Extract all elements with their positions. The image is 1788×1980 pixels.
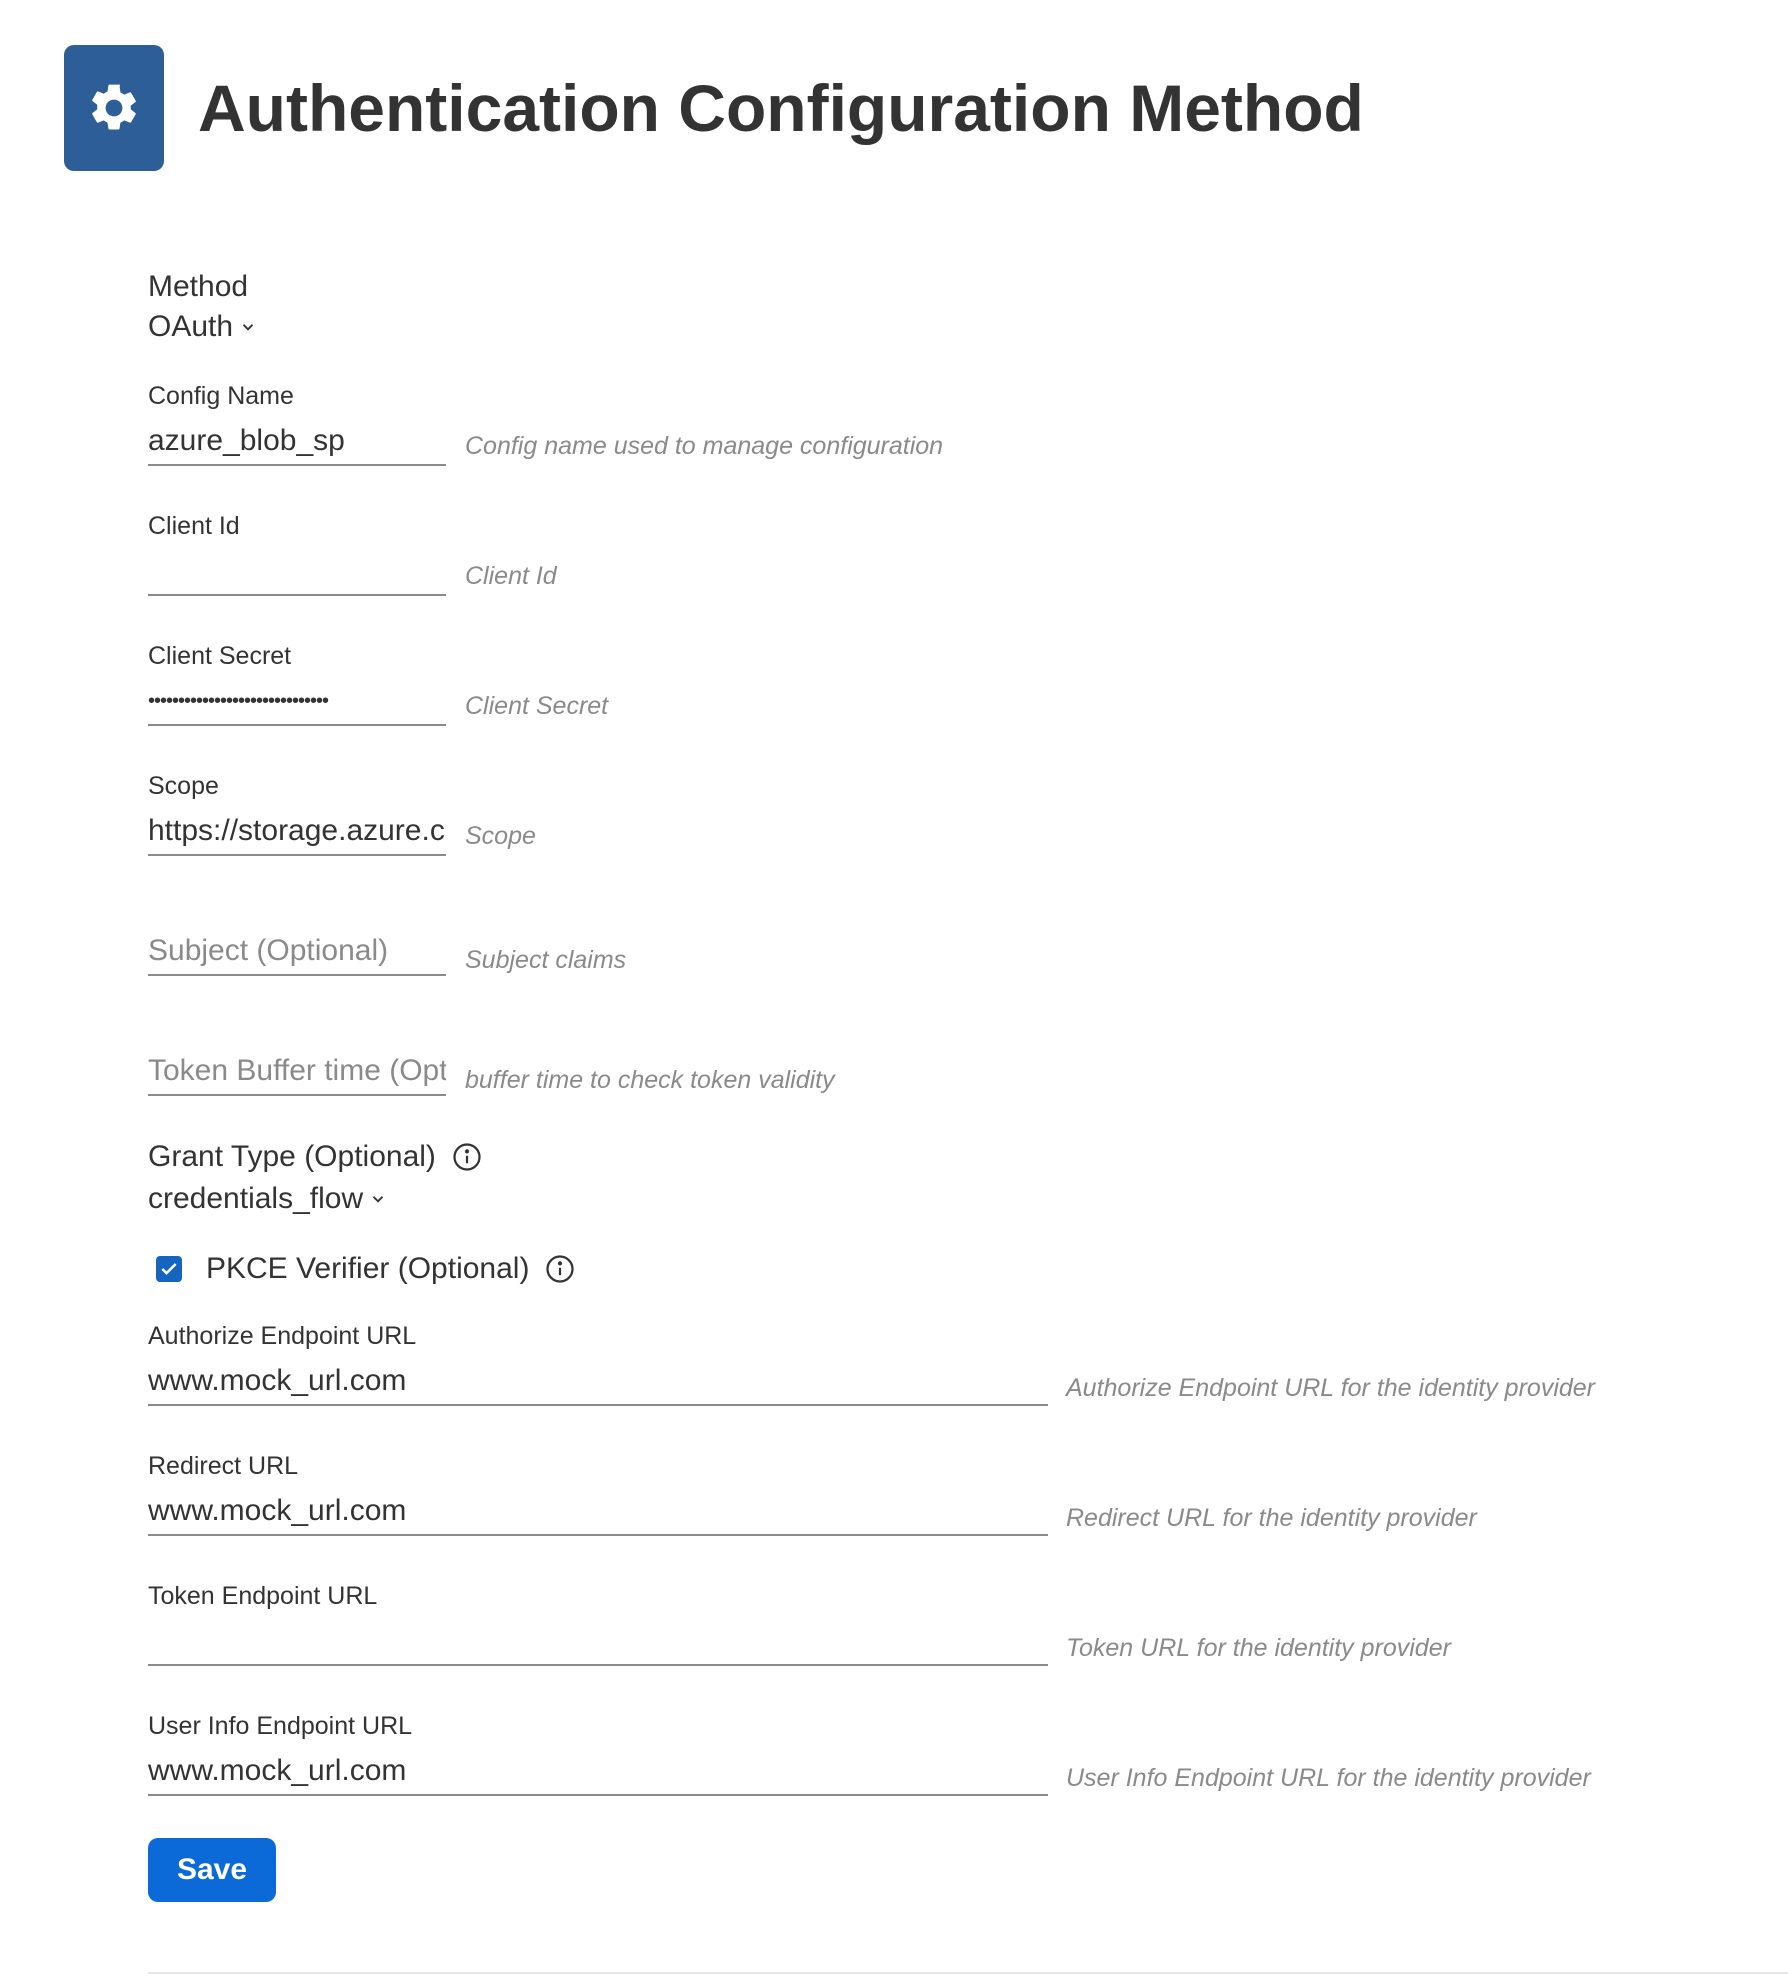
- authorize-url-hint: Authorize Endpoint URL for the identity …: [1066, 1374, 1596, 1402]
- grant-type-label-row: Grant Type (Optional): [148, 1140, 482, 1174]
- info-icon[interactable]: [545, 1254, 575, 1284]
- divider: [148, 1972, 1788, 1974]
- grant-type-label: Grant Type (Optional): [148, 1140, 436, 1173]
- method-value: OAuth: [148, 310, 234, 343]
- method-dropdown[interactable]: OAuth: [148, 310, 257, 344]
- authorize-url-input[interactable]: [148, 1364, 1048, 1406]
- subject-hint: Subject claims: [465, 946, 627, 974]
- client-secret-input[interactable]: [148, 684, 446, 726]
- scope-hint: Scope: [465, 822, 536, 850]
- chevron-down-icon: [242, 324, 254, 331]
- user-info-url-label: User Info Endpoint URL: [148, 1712, 413, 1740]
- token-buffer-hint: buffer time to check token validity: [465, 1066, 835, 1094]
- pkce-checkbox[interactable]: [156, 1256, 182, 1282]
- token-buffer-input[interactable]: [148, 1054, 446, 1096]
- client-id-hint: Client Id: [465, 562, 557, 590]
- redirect-url-input[interactable]: [148, 1494, 1048, 1536]
- scope-input[interactable]: [148, 814, 446, 856]
- grant-type-value: credentials_flow: [148, 1182, 364, 1215]
- client-id-input[interactable]: [148, 554, 446, 596]
- client-secret-hint: Client Secret: [465, 692, 609, 720]
- token-url-input[interactable]: [148, 1624, 1048, 1666]
- chevron-down-icon: [372, 1196, 384, 1203]
- gear-icon: [64, 45, 164, 171]
- config-name-hint: Config name used to manage configuration: [465, 432, 944, 460]
- subject-input[interactable]: [148, 934, 446, 976]
- pkce-label: PKCE Verifier (Optional): [206, 1252, 530, 1285]
- page-header: Authentication Configuration Method: [64, 45, 1364, 171]
- client-id-label: Client Id: [148, 512, 240, 540]
- scope-label: Scope: [148, 772, 219, 800]
- config-name-label: Config Name: [148, 382, 294, 410]
- redirect-url-hint: Redirect URL for the identity provider: [1066, 1504, 1477, 1532]
- redirect-url-label: Redirect URL: [148, 1452, 299, 1480]
- check-icon: [161, 1263, 177, 1275]
- save-button[interactable]: Save: [148, 1838, 276, 1902]
- token-url-hint: Token URL for the identity provider: [1066, 1634, 1451, 1662]
- user-info-url-input[interactable]: [148, 1754, 1048, 1796]
- config-name-input[interactable]: [148, 424, 446, 466]
- grant-type-dropdown[interactable]: credentials_flow: [148, 1182, 387, 1216]
- authorize-url-label: Authorize Endpoint URL: [148, 1322, 417, 1350]
- user-info-url-hint: User Info Endpoint URL for the identity …: [1066, 1764, 1591, 1792]
- pkce-row: PKCE Verifier (Optional): [148, 1252, 575, 1286]
- page-title: Authentication Configuration Method: [198, 71, 1364, 145]
- info-icon[interactable]: [452, 1142, 482, 1172]
- client-secret-label: Client Secret: [148, 642, 292, 670]
- token-url-label: Token Endpoint URL: [148, 1582, 378, 1610]
- method-label: Method: [148, 270, 249, 303]
